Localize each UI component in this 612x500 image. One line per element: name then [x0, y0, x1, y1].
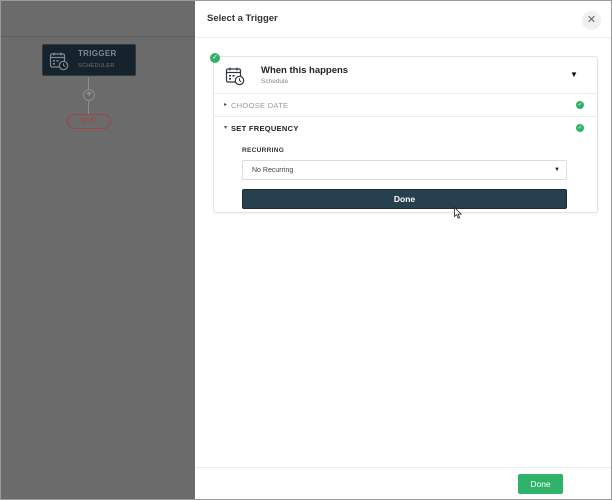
chevron-down-icon: ▼ — [554, 167, 560, 173]
trigger-card: ✓ When this happens Schedule ▼ ▸ CHOOSE … — [210, 53, 598, 213]
panel-footer: Done — [195, 467, 611, 499]
chevron-down-icon[interactable]: ▼ — [570, 70, 578, 79]
trigger-card-title: When this happens — [261, 65, 349, 76]
chevron-right-icon: ▸ — [224, 102, 228, 108]
panel-title: Select a Trigger — [207, 13, 278, 24]
close-icon: ✕ — [586, 14, 597, 26]
trigger-node-title: TRIGGER — [78, 49, 117, 58]
end-node: END — [67, 114, 111, 129]
section-set-frequency[interactable]: ▾ SET FREQUENCY ✓ — [214, 117, 597, 140]
section-choose-date-label: CHOOSE DATE — [231, 101, 289, 110]
calendar-clock-icon — [49, 52, 69, 71]
section-choose-date[interactable]: ▸ CHOOSE DATE ✓ — [214, 94, 597, 117]
footer-done-button[interactable]: Done — [518, 474, 563, 494]
add-step-button[interactable]: + — [83, 89, 95, 101]
check-icon: ✓ — [576, 101, 584, 109]
panel-header: Select a Trigger ✕ — [195, 1, 611, 38]
workflow-canvas: TRIGGER SCHEDULER + END — [1, 1, 195, 499]
recurring-select[interactable]: No Recurring ▼ — [242, 160, 567, 180]
canvas-toolbar — [1, 1, 195, 37]
calendar-clock-icon — [225, 67, 245, 86]
section-set-frequency-label: SET FREQUENCY — [231, 124, 299, 133]
connector-line — [88, 101, 89, 114]
mouse-cursor-icon — [454, 207, 462, 219]
app-window: TRIGGER SCHEDULER + END Select a Trigger… — [0, 0, 612, 500]
trigger-card-header[interactable]: When this happens Schedule ▼ — [214, 57, 597, 94]
connector-line — [88, 77, 89, 89]
done-button[interactable]: Done — [242, 189, 567, 209]
chevron-down-icon: ▾ — [224, 125, 228, 131]
check-icon: ✓ — [576, 124, 584, 132]
recurring-select-value: No Recurring — [252, 167, 294, 174]
trigger-panel: Select a Trigger ✕ ✓ When this happens S… — [195, 1, 611, 499]
trigger-node-subtitle: SCHEDULER — [78, 63, 115, 69]
close-button[interactable]: ✕ — [582, 11, 601, 30]
trigger-card-subtitle: Schedule — [261, 78, 289, 85]
trigger-node[interactable]: TRIGGER SCHEDULER — [42, 44, 136, 76]
recurring-label: RECURRING — [242, 147, 285, 154]
